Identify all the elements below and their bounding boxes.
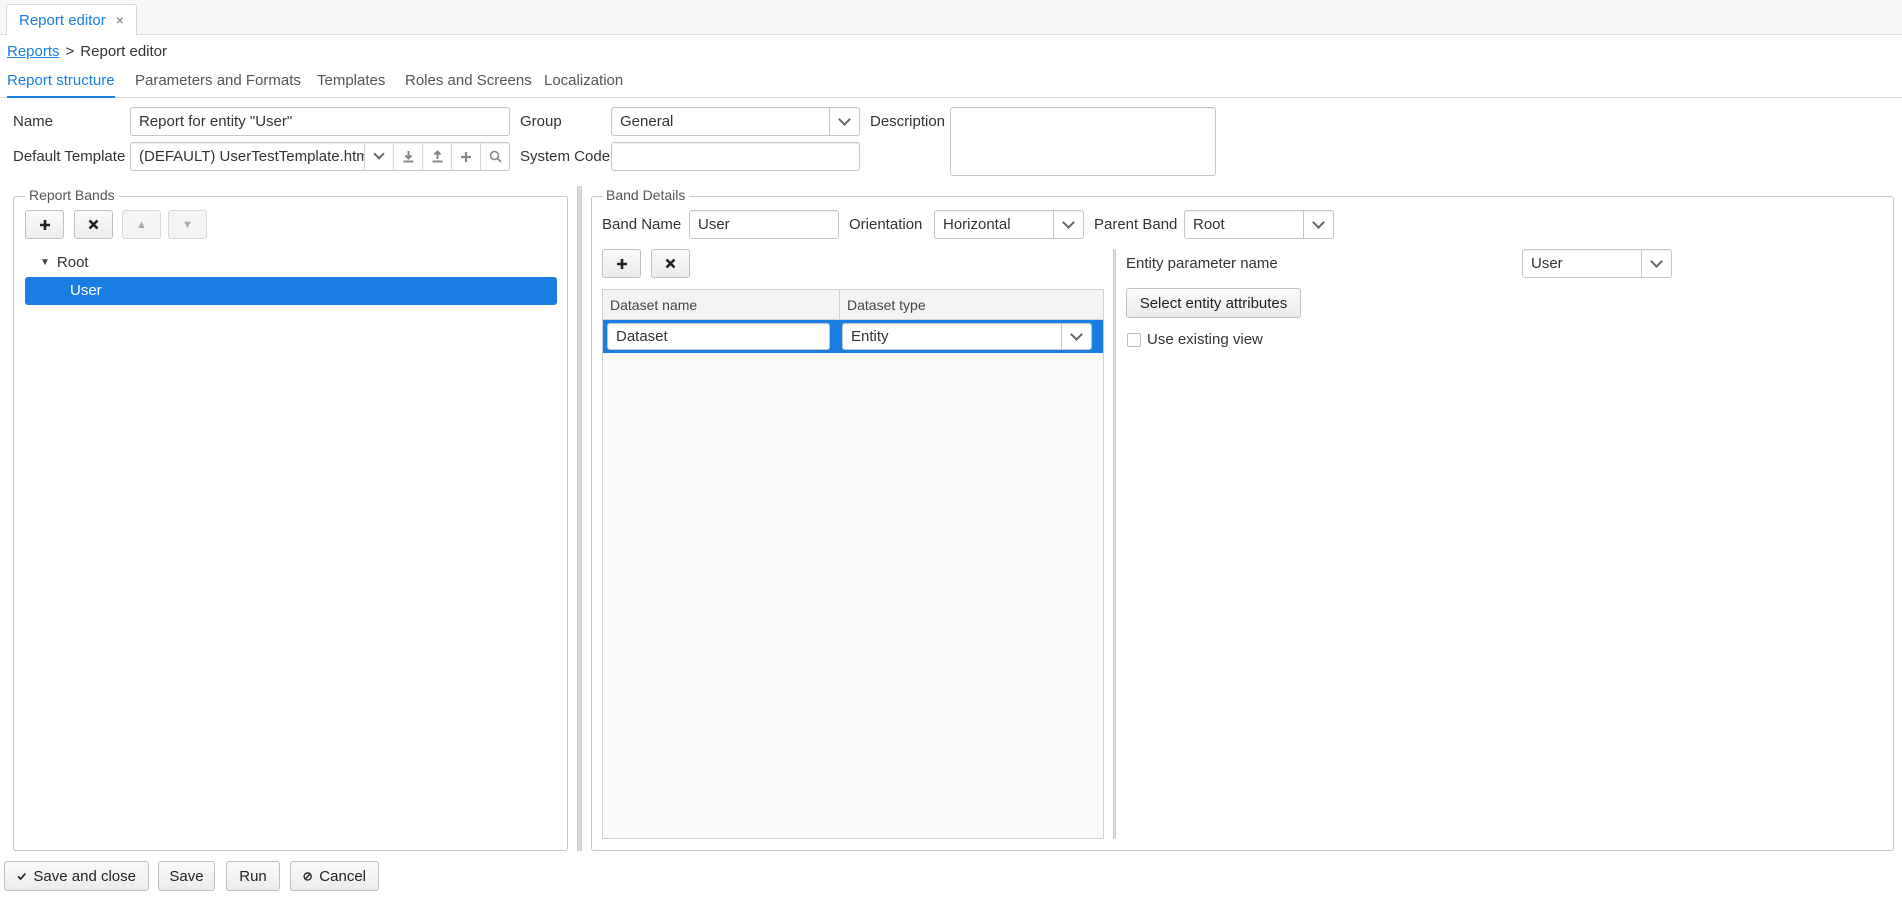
add-dataset-button[interactable] xyxy=(602,249,641,278)
editor-tabs: Report structure Parameters and Formats … xyxy=(0,71,1902,98)
report-editor-tab[interactable]: Report editor × xyxy=(6,4,137,36)
select-entity-attributes-button[interactable]: Select entity attributes xyxy=(1126,288,1301,318)
parent-band-select[interactable]: Root xyxy=(1184,210,1334,239)
ban-icon xyxy=(303,871,312,881)
default-template-label: Default Template xyxy=(13,148,126,165)
use-existing-view-checkbox[interactable]: Use existing view xyxy=(1127,330,1263,350)
tab-roles-and-screens[interactable]: Roles and Screens xyxy=(405,71,532,98)
report-bands-title: Report Bands xyxy=(25,187,119,203)
dataset-table-header: Dataset name Dataset type xyxy=(603,290,1103,320)
entity-param-label: Entity parameter name xyxy=(1126,255,1278,272)
name-field[interactable]: Report for entity "User" xyxy=(130,107,510,136)
add-band-button[interactable] xyxy=(25,210,64,239)
check-icon xyxy=(17,872,26,880)
parent-band-value: Root xyxy=(1193,216,1225,233)
panel-splitter[interactable] xyxy=(577,186,582,851)
description-label: Description xyxy=(870,113,946,130)
dataset-name-field[interactable]: Dataset xyxy=(607,323,830,350)
search-icon[interactable] xyxy=(480,143,509,170)
orientation-value: Horizontal xyxy=(943,216,1011,233)
save-and-close-label: Save and close xyxy=(33,867,136,885)
description-textarea[interactable] xyxy=(950,107,1216,176)
plus-icon xyxy=(616,258,627,269)
download-icon[interactable] xyxy=(393,143,422,170)
chevron-down-icon[interactable] xyxy=(1303,211,1333,238)
breadcrumb-separator: > xyxy=(65,43,75,60)
add-icon[interactable] xyxy=(451,143,480,170)
breadcrumb-current: Report editor xyxy=(80,43,168,60)
close-icon[interactable]: × xyxy=(116,12,124,28)
column-header-dataset-name[interactable]: Dataset name xyxy=(603,290,840,319)
save-and-close-button[interactable]: Save and close xyxy=(4,861,149,891)
table-row[interactable]: Dataset Entity xyxy=(603,320,1103,353)
system-code-field[interactable] xyxy=(611,142,860,171)
caret-down-icon[interactable]: ▼ xyxy=(40,257,50,268)
cancel-button[interactable]: Cancel xyxy=(290,861,379,891)
close-icon xyxy=(665,258,676,269)
upload-icon[interactable] xyxy=(422,143,451,170)
default-template-value: (DEFAULT) UserTestTemplate.html xyxy=(139,148,364,165)
orientation-label: Orientation xyxy=(849,216,923,233)
chevron-down-icon[interactable] xyxy=(829,108,859,135)
tree-node-user[interactable]: User xyxy=(25,277,557,305)
tree-node-root[interactable]: ▼ Root xyxy=(40,254,89,271)
tab-templates[interactable]: Templates xyxy=(317,71,385,98)
chevron-down-icon[interactable] xyxy=(364,143,393,170)
band-name-label: Band Name xyxy=(602,216,682,233)
remove-band-button[interactable] xyxy=(74,210,113,239)
chevron-down-icon[interactable] xyxy=(1061,324,1091,349)
caret-down-icon: ▼ xyxy=(182,218,193,231)
dataset-type-select[interactable]: Entity xyxy=(842,323,1092,350)
band-details-title: Band Details xyxy=(602,187,690,203)
parent-band-label: Parent Band xyxy=(1094,216,1178,233)
band-name-field[interactable]: User xyxy=(689,210,839,239)
save-button[interactable]: Save xyxy=(158,861,215,891)
dataset-table: Dataset name Dataset type Dataset Entity xyxy=(602,289,1104,839)
tab-parameters-and-formats[interactable]: Parameters and Formats xyxy=(135,71,301,98)
chevron-down-icon[interactable] xyxy=(1053,211,1083,238)
cancel-label: Cancel xyxy=(319,867,366,885)
remove-dataset-button[interactable] xyxy=(651,249,690,278)
orientation-select[interactable]: Horizontal xyxy=(934,210,1084,239)
tab-localization[interactable]: Localization xyxy=(544,71,623,98)
close-icon xyxy=(88,219,99,230)
checkbox-box[interactable] xyxy=(1127,333,1141,347)
run-button[interactable]: Run xyxy=(226,861,280,891)
tree-node-label: User xyxy=(70,282,102,299)
entity-param-select[interactable]: User xyxy=(1522,249,1672,278)
tab-title: Report editor xyxy=(19,11,106,29)
tree-node-label: Root xyxy=(56,254,89,271)
breadcrumb-link-reports[interactable]: Reports xyxy=(7,43,60,60)
breadcrumb: Reports > Report editor xyxy=(7,43,167,60)
tab-report-structure[interactable]: Report structure xyxy=(7,71,115,98)
system-code-label: System Code xyxy=(520,148,611,165)
caret-up-icon: ▲ xyxy=(136,218,147,231)
group-select[interactable]: General xyxy=(611,107,860,136)
column-header-dataset-type[interactable]: Dataset type xyxy=(840,290,1103,319)
entity-param-value: User xyxy=(1531,255,1563,272)
dataset-splitter[interactable] xyxy=(1113,249,1116,839)
plus-icon xyxy=(39,219,50,230)
chevron-down-icon[interactable] xyxy=(1641,250,1671,277)
name-label: Name xyxy=(13,113,54,130)
group-label: Group xyxy=(520,113,562,130)
move-down-button[interactable]: ▼ xyxy=(168,210,207,239)
window-tab-strip xyxy=(0,0,1902,35)
move-up-button[interactable]: ▲ xyxy=(122,210,161,239)
group-value: General xyxy=(620,113,674,130)
use-existing-view-label: Use existing view xyxy=(1147,331,1263,348)
default-template-picker[interactable]: (DEFAULT) UserTestTemplate.html xyxy=(130,142,510,171)
dataset-type-value: Entity xyxy=(851,328,889,345)
